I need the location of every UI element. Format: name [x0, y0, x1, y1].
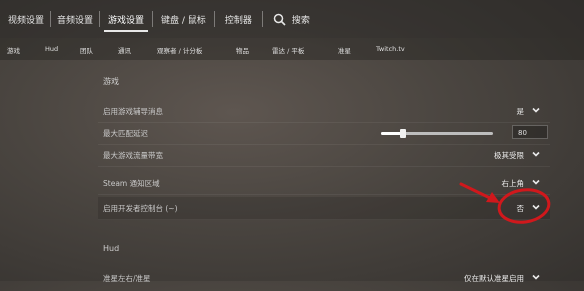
- setting-value[interactable]: 极其受限: [494, 150, 524, 161]
- setting-value[interactable]: 是: [517, 106, 525, 117]
- setting-value[interactable]: 仅在默认准星启用: [464, 273, 524, 284]
- setting-label: Steam 通知区域: [103, 179, 160, 188]
- tab-audio-settings[interactable]: 音频设置: [51, 0, 99, 38]
- ping-value-input[interactable]: 80: [512, 125, 548, 139]
- setting-row-max-bandwidth[interactable]: 最大游戏流量带宽 极其受限: [98, 144, 550, 167]
- setting-label: 启用开发者控制台 (~): [103, 204, 178, 213]
- search-icon: [273, 13, 286, 26]
- chevron-down-icon[interactable]: [531, 177, 541, 187]
- tab-controller[interactable]: 控制器: [215, 0, 262, 38]
- subnav-item-spectator-scoreboard[interactable]: 观察者 / 计分板: [157, 45, 202, 55]
- subnav-item-hud[interactable]: Hud: [45, 45, 58, 53]
- setting-label: 最大匹配延迟: [103, 129, 148, 138]
- tab-video-settings[interactable]: 视频设置: [2, 0, 50, 38]
- setting-value[interactable]: 右上角: [502, 178, 525, 189]
- subnav-item-items[interactable]: 物品: [236, 45, 249, 55]
- section-title-hud: Hud: [103, 244, 120, 253]
- chevron-down-icon[interactable]: [531, 202, 541, 212]
- tab-label: 视频设置: [8, 15, 45, 26]
- setting-row-steam-notification-area[interactable]: Steam 通知区域 右上角: [98, 172, 550, 195]
- search-button[interactable]: 搜索: [263, 0, 320, 38]
- section-title-game: 游戏: [103, 77, 119, 86]
- subnav-item-twitch[interactable]: Twitch.tv: [376, 45, 405, 53]
- chevron-down-icon[interactable]: [531, 149, 541, 159]
- setting-row-game-tips[interactable]: 启用游戏辅导消息 是: [98, 100, 550, 123]
- subnav-item-team[interactable]: 团队: [80, 45, 93, 55]
- setting-row-developer-console[interactable]: 启用开发者控制台 (~) 否: [98, 197, 550, 220]
- setting-value[interactable]: 否: [517, 203, 525, 214]
- tab-label: 音频设置: [57, 15, 94, 26]
- tab-label: 游戏设置: [108, 15, 145, 26]
- ping-slider[interactable]: [381, 129, 493, 138]
- tab-keyboard-mouse[interactable]: 键盘 / 鼠标: [153, 0, 214, 38]
- subnav-item-game[interactable]: 游戏: [7, 45, 20, 55]
- search-label: 搜索: [291, 15, 310, 26]
- subnav-item-communication[interactable]: 通讯: [118, 45, 131, 55]
- tab-label: 键盘 / 鼠标: [161, 15, 206, 26]
- subnav-item-crosshair[interactable]: 准星: [338, 45, 351, 55]
- subnav-item-radar-tablet[interactable]: 雷达 / 平板: [272, 45, 304, 55]
- top-tab-bar: 视频设置 音频设置 游戏设置 键盘 / 鼠标 控制器 搜索: [0, 0, 584, 38]
- setting-label: 最大游戏流量带宽: [103, 151, 163, 160]
- slider-handle[interactable]: [400, 129, 407, 138]
- setting-row-hud-first[interactable]: 准星左右/准星 仅在默认准星启用: [98, 269, 550, 291]
- chevron-down-icon[interactable]: [531, 105, 541, 115]
- settings-subnav: 游戏 Hud 团队 通讯 观察者 / 计分板 物品 雷达 / 平板 准星 Twi…: [0, 38, 584, 60]
- tab-label: 控制器: [224, 15, 252, 26]
- setting-row-max-matchmaking-ping: 最大匹配延迟 80: [98, 122, 550, 145]
- setting-label: 启用游戏辅导消息: [103, 107, 163, 116]
- tab-game-settings[interactable]: 游戏设置: [100, 0, 152, 38]
- setting-label: 准星左右/准星: [103, 274, 151, 283]
